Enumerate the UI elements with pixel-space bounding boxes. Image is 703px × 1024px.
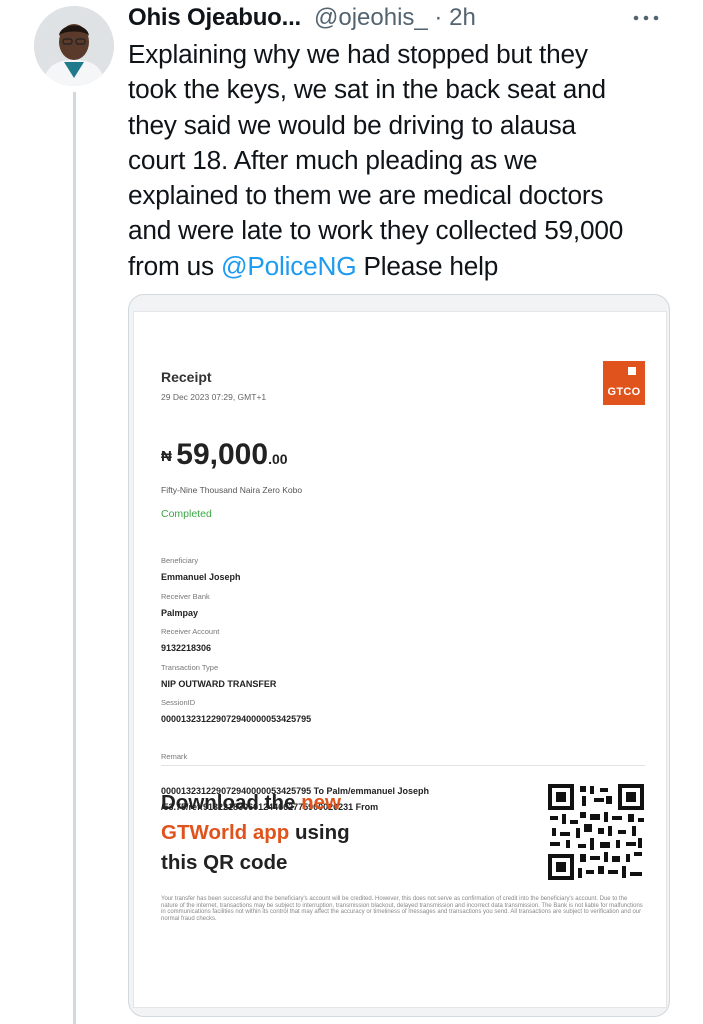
field-label: Remark [161,752,188,761]
field-label: SessionID [161,698,196,707]
field-beneficiary: Beneficiary Emmanuel Joseph [161,556,241,585]
field-receiver-account: Receiver Account 9132218306 [161,627,219,656]
logo-square-icon [628,367,636,375]
field-value: 000013231229072940000053425795 [161,714,312,724]
gtco-logo: GTCO [603,361,645,405]
tweet-text: Explaining why we had stopped but they t… [128,37,676,284]
currency-symbol: ₦ [161,448,172,465]
promo-using: using [289,821,350,844]
field-value: Palmpay [161,608,199,618]
field-receiver-bank: Receiver Bank Palmpay [161,592,210,621]
tweet-media-image[interactable]: Receipt 29 Dec 2023 07:29, GMT+1 GTCO ₦ … [128,294,670,1017]
tweet-header: Ohis Ojeabuo... @ojeohis_ · 2h [128,2,676,36]
field-label: Transaction Type [161,663,219,672]
receipt-date: 29 Dec 2023 07:29, GMT+1 [161,392,267,402]
promo-text: Download the new GTWorld app using this … [161,788,350,878]
tweet-text-body: Explaining why we had stopped but they t… [128,39,624,281]
field-label: Receiver Account [161,627,220,636]
promo-new: new [301,791,341,814]
amount-decimal: .00 [268,451,288,467]
field-session-id: SessionID 000013231229072940000053425795 [161,698,311,727]
qr-code-icon [548,784,644,880]
mention-link[interactable]: @PoliceNG [221,251,357,281]
field-value: NIP OUTWARD TRANSFER [161,679,277,689]
amount-in-words: Fifty-Nine Thousand Naira Zero Kobo [161,485,303,495]
divider [161,765,645,766]
field-value: 9132218306 [161,643,212,653]
profile-photo [34,6,114,86]
field-label: Receiver Bank [161,592,210,601]
field-label: Beneficiary [161,556,199,565]
logo-text: GTCO [607,386,641,398]
tweet-text-tail: Please help [356,250,499,281]
amount-main: 59,000 [176,438,269,471]
author-handle-and-time[interactable]: @ojeohis_ · 2h [314,4,476,32]
transfer-amount: ₦ 59,000.00 [161,438,288,472]
field-value: Emmanuel Joseph [161,572,241,582]
avatar[interactable] [34,6,114,86]
status-badge: Completed [161,508,212,520]
receipt-card: Receipt 29 Dec 2023 07:29, GMT+1 GTCO ₦ … [133,311,667,1008]
disclaimer-text: Your transfer has been successful and th… [161,896,643,922]
author-name[interactable]: Ohis Ojeabuo... [128,4,301,32]
promo-line3: this QR code [161,851,288,874]
receipt-title: Receipt [161,369,212,385]
promo-app-name: GTWorld app [161,821,290,844]
promo-line1: Download the [161,791,302,814]
field-transaction-type: Transaction Type NIP OUTWARD TRANSFER [161,663,276,692]
more-horizontal-icon[interactable] [630,6,662,30]
thread-connector-line [73,92,76,1024]
